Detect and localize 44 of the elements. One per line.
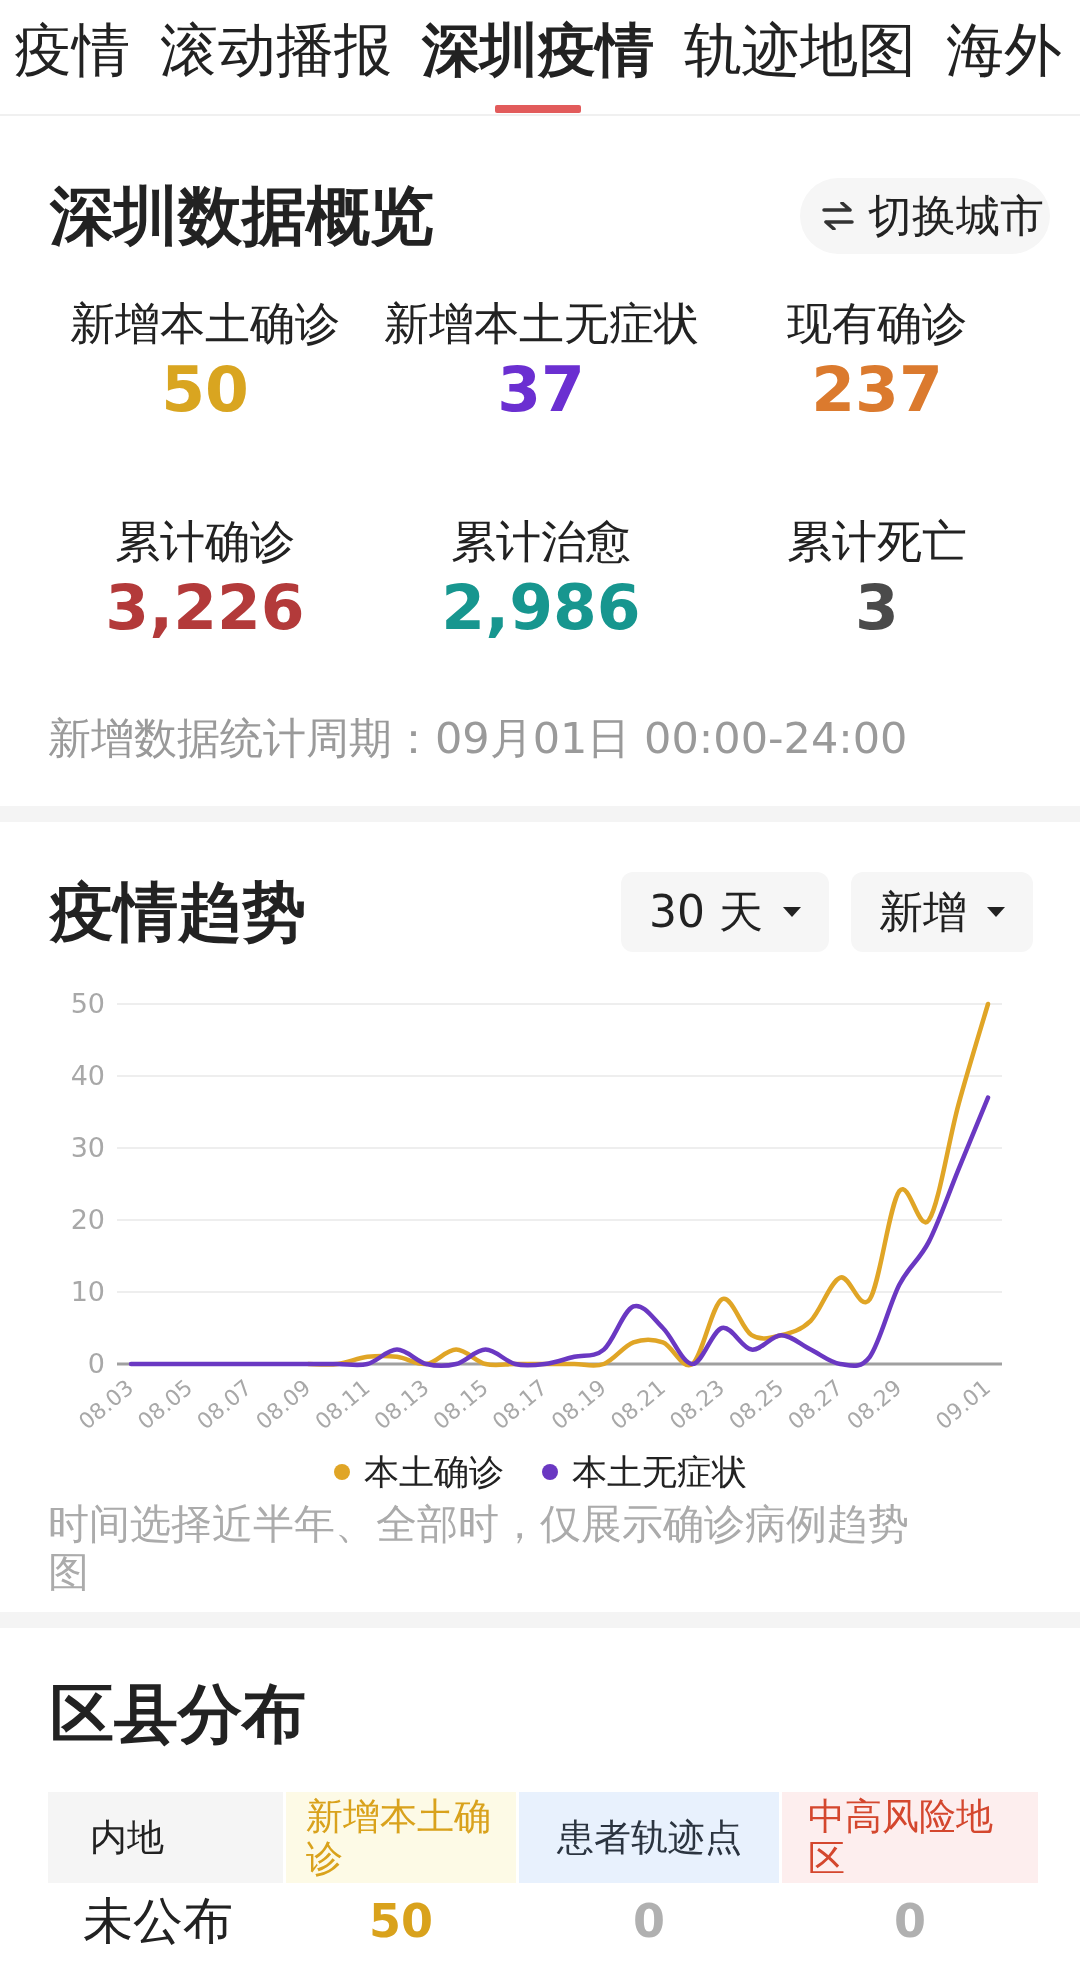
dropdown-button[interactable]: 新增 bbox=[851, 872, 1033, 952]
chart-note: 时间选择近半年、全部时，仅展示确诊病例趋势图 bbox=[48, 1500, 910, 1596]
caret-down-icon bbox=[783, 907, 801, 917]
stat-value: 37 bbox=[497, 352, 585, 428]
stat-value: 3 bbox=[855, 570, 899, 646]
column-header: 患者轨迹点 bbox=[519, 1792, 779, 1883]
dropdown-button[interactable]: 30 天 bbox=[621, 872, 829, 952]
nav-tab[interactable]: 海外 bbox=[946, 0, 1062, 114]
stat-label: 累计死亡 bbox=[787, 516, 967, 568]
stat-value: 237 bbox=[811, 352, 943, 428]
legend-label: 本土确诊 bbox=[363, 1451, 504, 1494]
column-header: 新增本土确诊 bbox=[286, 1792, 516, 1883]
axis-tick-label: 50 bbox=[70, 988, 105, 1019]
region-name: 未公布 bbox=[83, 1891, 233, 1951]
nav-tab[interactable]: 疫情 bbox=[14, 0, 130, 114]
risk-area-count: 0 bbox=[894, 1893, 926, 1950]
case-count: 50 bbox=[369, 1893, 433, 1950]
stat-label: 新增本土无症状 bbox=[383, 298, 699, 350]
stat-period-text: 新增数据统计周期：09月01日 00:00-24:00 bbox=[48, 712, 909, 764]
nav-tab[interactable]: 深圳疫情 bbox=[422, 0, 654, 114]
axis-tick-label: 10 bbox=[70, 1276, 105, 1307]
section-title: 疫情趋势 bbox=[50, 874, 306, 951]
nav-tab[interactable]: 轨迹地图 bbox=[684, 0, 916, 114]
stat-value: 2,986 bbox=[441, 570, 641, 646]
section-title: 深圳数据概览 bbox=[50, 178, 434, 255]
stat-value: 50 bbox=[161, 352, 249, 428]
axis-tick-label: 30 bbox=[70, 1132, 105, 1163]
column-header: 内地 bbox=[48, 1792, 283, 1883]
switch-city-button[interactable]: 切换城市 bbox=[800, 178, 1050, 254]
stat-label: 累计确诊 bbox=[115, 516, 295, 568]
axis-tick-label: 40 bbox=[70, 1060, 105, 1091]
stat-label: 新增本土确诊 bbox=[70, 298, 340, 350]
track-point-count: 0 bbox=[633, 1893, 665, 1950]
stat-label: 现有确诊 bbox=[787, 298, 967, 350]
axis-tick-label: 20 bbox=[70, 1204, 105, 1235]
column-header: 中高风险地区 bbox=[782, 1792, 1038, 1883]
section-title: 区县分布 bbox=[50, 1676, 306, 1753]
stat-value: 3,226 bbox=[105, 570, 305, 646]
swap-arrows-icon bbox=[822, 202, 854, 230]
axis-tick-label: 0 bbox=[87, 1348, 105, 1379]
caret-down-icon bbox=[987, 907, 1005, 917]
stat-label: 累计治愈 bbox=[451, 516, 631, 568]
nav-tab[interactable]: 滚动播报 bbox=[160, 0, 392, 114]
legend-label: 本土无症状 bbox=[571, 1451, 747, 1494]
